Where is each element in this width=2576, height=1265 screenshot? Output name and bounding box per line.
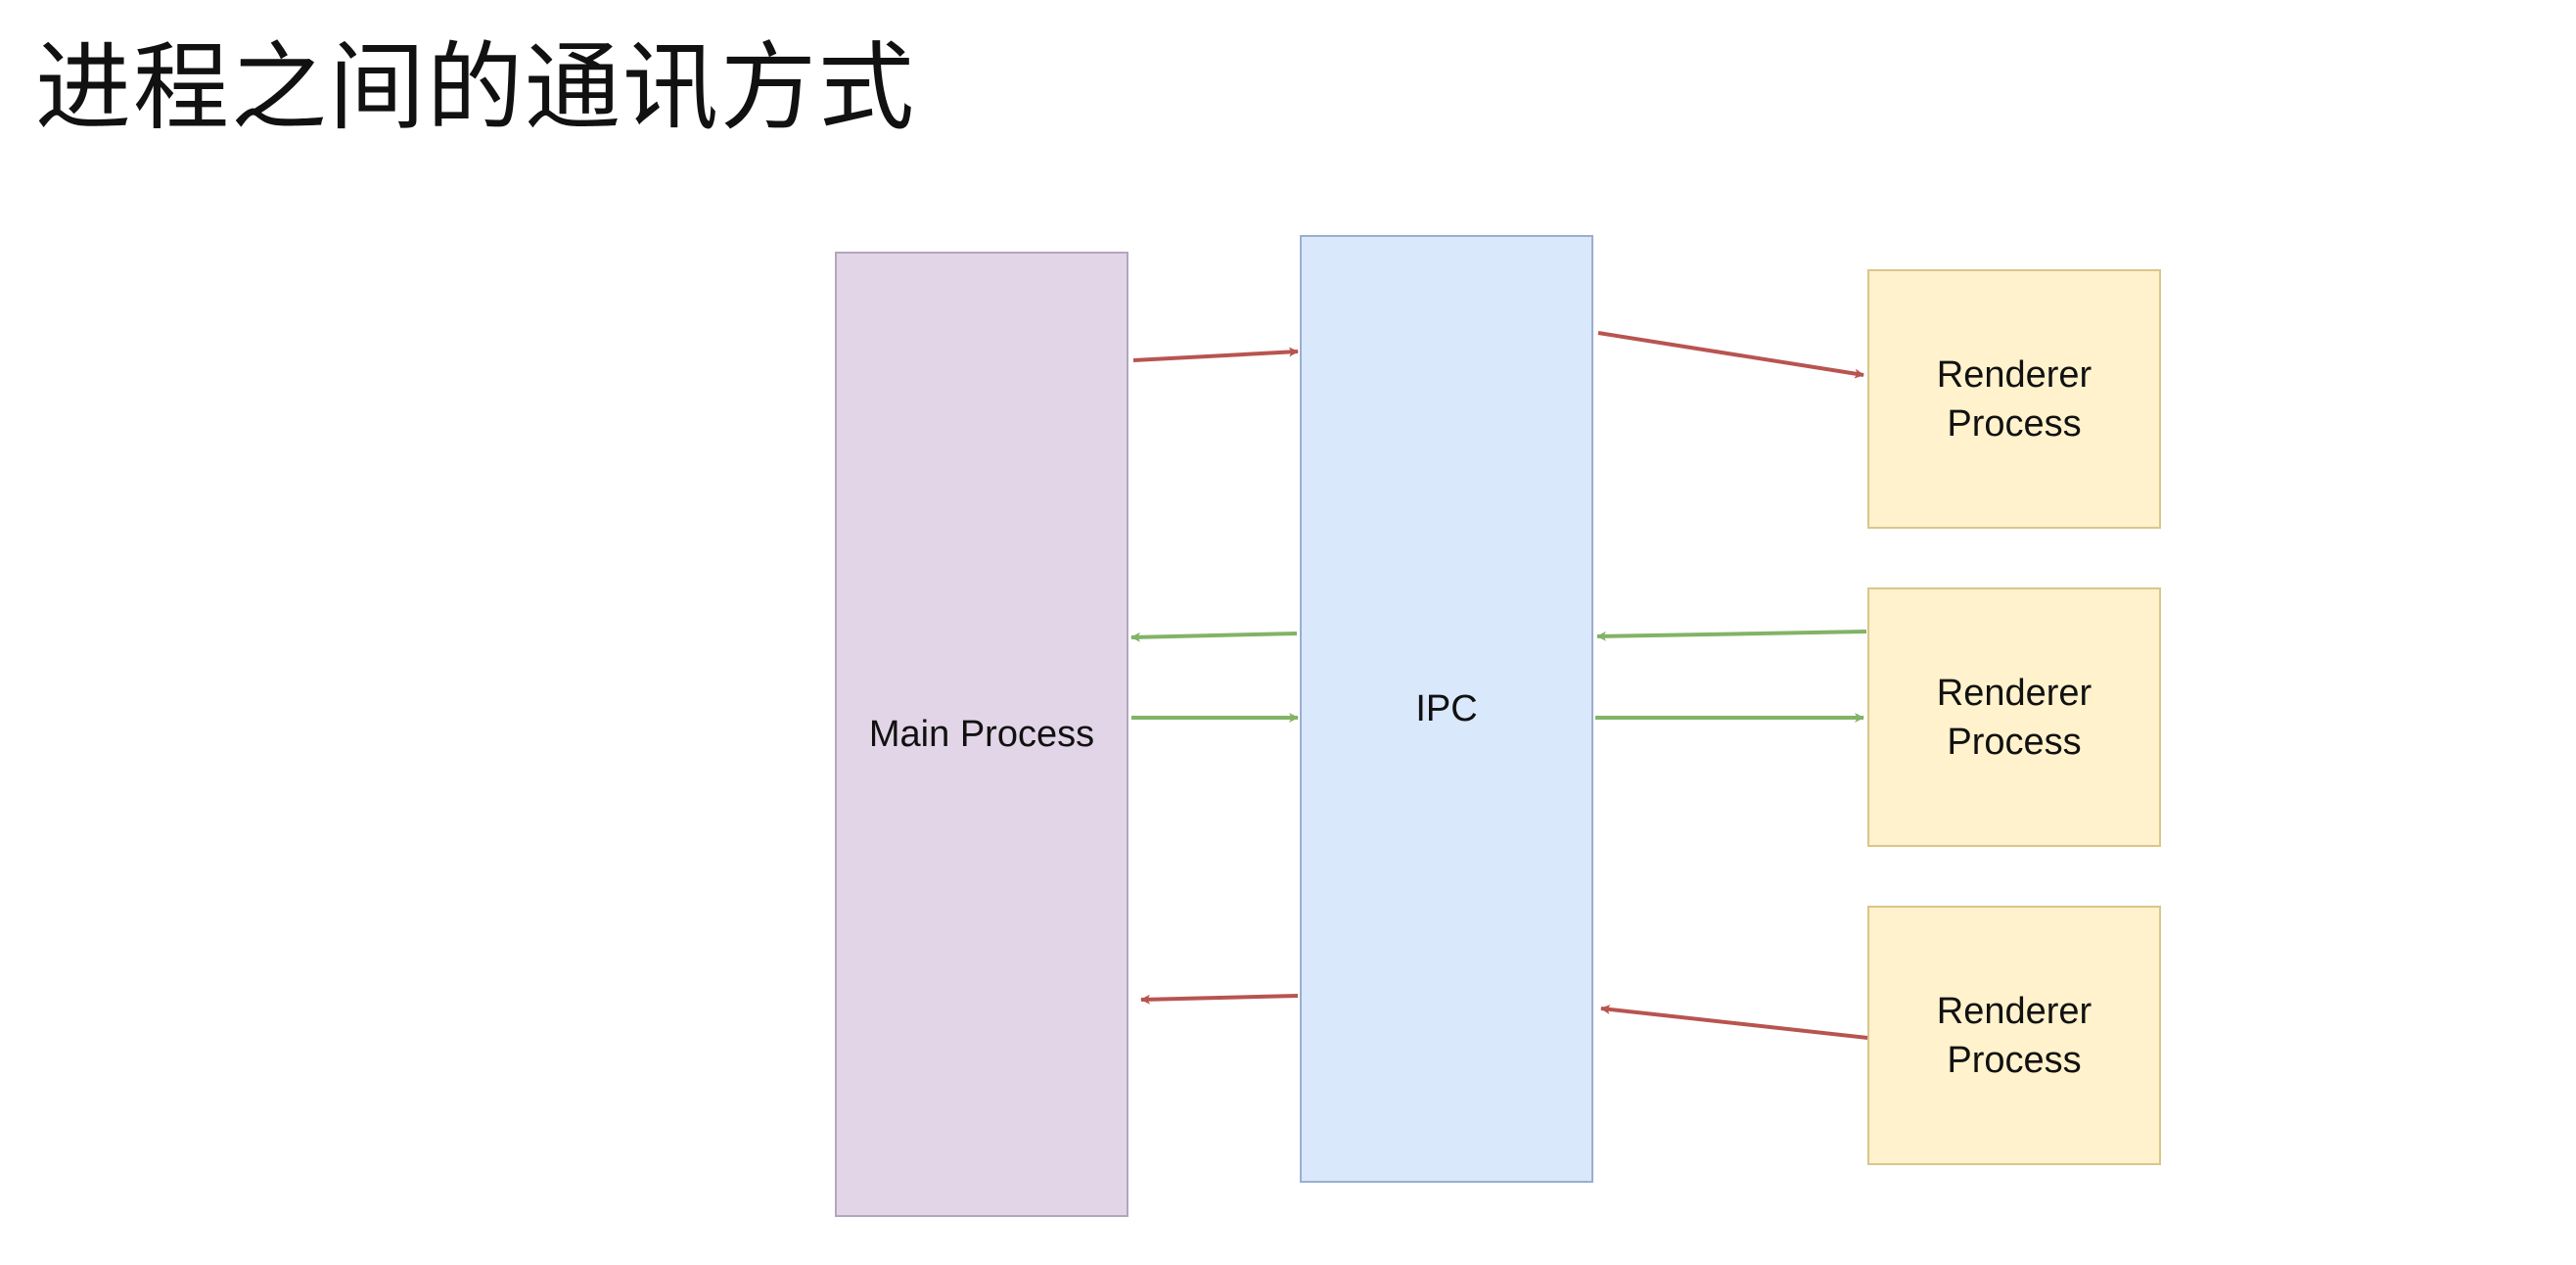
arrow-main-to-ipc-red: [1132, 347, 1299, 362]
main-process-box: Main Process: [835, 252, 1128, 1217]
ipc-label: IPC: [1415, 688, 1478, 729]
renderer-label-line2: Process: [1947, 402, 2082, 445]
main-process-label: Main Process: [868, 714, 1095, 755]
arrow-ipc-to-main-red: [1140, 994, 1299, 1005]
arrow-renderer3-to-ipc-red: [1600, 1005, 1868, 1040]
renderer-label-line2: Process: [1947, 721, 2082, 763]
arrow-ipc-to-main-green: [1130, 632, 1298, 642]
page-title: 进程之间的通讯方式: [35, 32, 917, 144]
connector-arrows: [1130, 331, 1868, 1040]
renderer-label-line1: Renderer: [1936, 672, 2093, 714]
ipc-box: IPC: [1300, 235, 1593, 1183]
arrow-ipc-to-renderer1-red: [1597, 331, 1864, 379]
arrow-renderer2-to-ipc-green: [1596, 630, 1867, 641]
renderer-label-line1: Renderer: [1936, 990, 2093, 1032]
renderer-label-line1: Renderer: [1936, 353, 2093, 396]
renderer-process-box-3: Renderer Process: [1867, 906, 2161, 1165]
renderer-process-box-2: Renderer Process: [1867, 587, 2161, 847]
renderer-process-box-1: Renderer Process: [1867, 269, 2161, 529]
renderer-label-line2: Process: [1947, 1039, 2082, 1081]
